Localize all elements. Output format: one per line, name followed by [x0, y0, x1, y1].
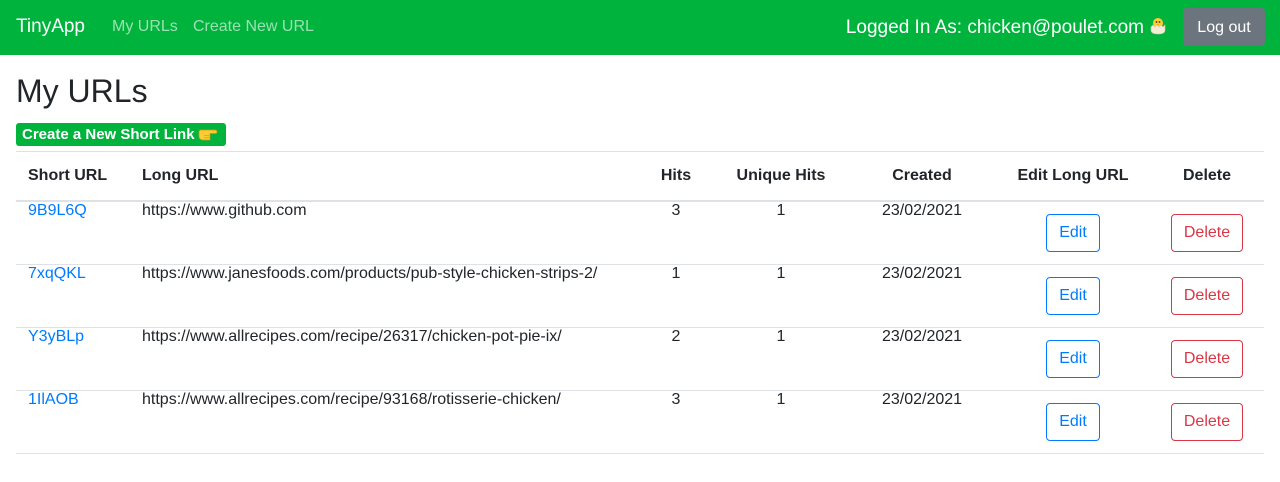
- header-created: Created: [848, 151, 996, 202]
- created-cell: 23/02/2021: [848, 327, 996, 391]
- table-row: 1IlAOB https://www.allrecipes.com/recipe…: [16, 390, 1264, 454]
- long-url-cell: https://www.github.com: [130, 201, 638, 265]
- unique-hits-cell: 1: [714, 264, 848, 328]
- navbar: TinyApp My URLs Create New URL Logged In…: [0, 0, 1280, 55]
- nav-my-urls[interactable]: My URLs: [112, 17, 178, 37]
- short-url-cell: 9B9L6Q: [16, 201, 130, 265]
- delete-cell: Delete: [1150, 201, 1264, 265]
- delete-cell: Delete: [1150, 327, 1264, 391]
- edit-cell: Edit: [996, 264, 1150, 328]
- urls-table: Short URL Long URL Hits Unique Hits Crea…: [16, 151, 1264, 454]
- delete-button[interactable]: Delete: [1170, 340, 1244, 378]
- create-button-label: Create a New Short Link: [22, 126, 195, 143]
- delete-cell: Delete: [1150, 390, 1264, 454]
- unique-hits-cell: 1: [714, 327, 848, 391]
- short-url-link[interactable]: 1IlAOB: [28, 391, 79, 408]
- pointing-hand-icon: [198, 125, 220, 141]
- short-url-link[interactable]: Y3yBLp: [28, 328, 84, 345]
- logged-in-text: Logged In As: chicken@poulet.com: [845, 17, 1144, 38]
- edit-button[interactable]: Edit: [1046, 214, 1100, 252]
- header-delete: Delete: [1150, 151, 1264, 202]
- brand-logo[interactable]: TinyApp: [16, 15, 85, 39]
- table-row: 7xqQKL https://www.janesfoods.com/produc…: [16, 264, 1264, 328]
- delete-cell: Delete: [1150, 264, 1264, 328]
- edit-cell: Edit: [996, 327, 1150, 391]
- nav-create-new-url[interactable]: Create New URL: [193, 17, 314, 37]
- header-hits: Hits: [638, 151, 714, 202]
- hits-cell: 2: [638, 327, 714, 391]
- created-cell: 23/02/2021: [848, 264, 996, 328]
- long-url-cell: https://www.allrecipes.com/recipe/93168/…: [130, 390, 638, 454]
- hits-cell: 3: [638, 390, 714, 454]
- created-cell: 23/02/2021: [848, 390, 996, 454]
- created-cell: 23/02/2021: [848, 201, 996, 265]
- header-long-url: Long URL: [130, 151, 638, 202]
- edit-button[interactable]: Edit: [1046, 340, 1100, 378]
- short-url-link[interactable]: 9B9L6Q: [28, 202, 87, 219]
- logout-button[interactable]: Log out: [1183, 8, 1265, 46]
- delete-button[interactable]: Delete: [1170, 403, 1244, 441]
- logged-in-status: Logged In As: chicken@poulet.com: [846, 15, 1168, 40]
- header-short-url: Short URL: [16, 151, 130, 202]
- hatching-chick-icon: [1148, 15, 1168, 35]
- short-url-cell: Y3yBLp: [16, 327, 130, 391]
- header-edit-long-url: Edit Long URL: [996, 151, 1150, 202]
- short-url-cell: 7xqQKL: [16, 264, 130, 328]
- edit-cell: Edit: [996, 390, 1150, 454]
- short-url-cell: 1IlAOB: [16, 390, 130, 454]
- header-unique-hits: Unique Hits: [714, 151, 848, 202]
- hits-cell: 1: [638, 264, 714, 328]
- edit-cell: Edit: [996, 201, 1150, 265]
- long-url-cell: https://www.allrecipes.com/recipe/26317/…: [130, 327, 638, 391]
- table-row: Y3yBLp https://www.allrecipes.com/recipe…: [16, 327, 1264, 391]
- edit-button[interactable]: Edit: [1046, 277, 1100, 315]
- page-title: My URLs: [16, 73, 148, 109]
- table-row: 9B9L6Q https://www.github.com 3 1 23/02/…: [16, 201, 1264, 265]
- long-url-cell: https://www.janesfoods.com/products/pub-…: [130, 264, 638, 328]
- unique-hits-cell: 1: [714, 390, 848, 454]
- delete-button[interactable]: Delete: [1170, 277, 1244, 315]
- short-url-link[interactable]: 7xqQKL: [28, 265, 86, 282]
- create-new-short-link-button[interactable]: Create a New Short Link: [16, 123, 226, 146]
- unique-hits-cell: 1: [714, 201, 848, 265]
- delete-button[interactable]: Delete: [1170, 214, 1244, 252]
- hits-cell: 3: [638, 201, 714, 265]
- table-header-row: Short URL Long URL Hits Unique Hits Crea…: [16, 151, 1264, 202]
- edit-button[interactable]: Edit: [1046, 403, 1100, 441]
